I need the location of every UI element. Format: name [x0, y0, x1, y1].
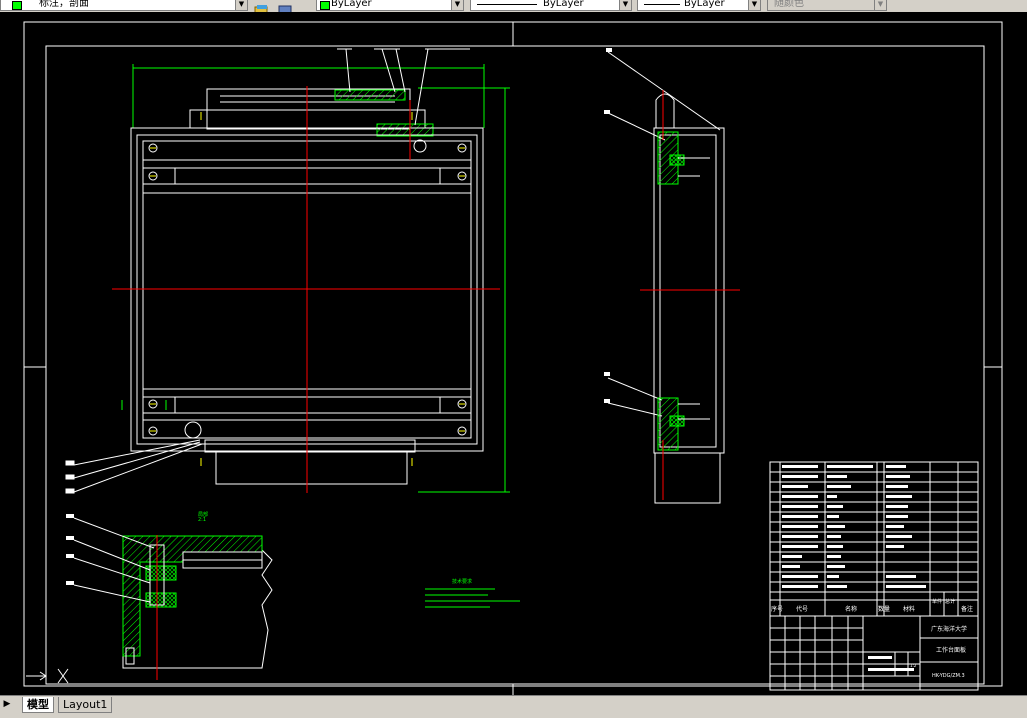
lineweight-dropdown[interactable]: ByLayer ▼ [637, 0, 761, 11]
linetype-value: ByLayer [543, 0, 584, 9]
plotstyle-value: 随颜色 [774, 0, 804, 9]
layout-tabs: ▶ 模型 Layout1 [0, 695, 1027, 718]
layer-name: 标注，剖面 [39, 0, 89, 9]
title-drawing-name: 工作台面板 [936, 646, 966, 654]
chevron-down-icon[interactable]: ▼ [451, 0, 463, 10]
color-dropdown[interactable]: ByLayer ▼ [316, 0, 464, 11]
title-drawing-number: HK-YDG/ZM.3 [932, 673, 965, 679]
bom-header-code: 代号 [796, 605, 808, 613]
plotstyle-dropdown: 随颜色 ▼ [767, 0, 887, 11]
drawing-canvas[interactable]: 局部 2:1 技术要求 序号 代号 名称 数量 材料 单件 总计 备注 广东海洋… [0, 12, 1027, 695]
chevron-down-icon[interactable]: ▼ [619, 0, 631, 10]
layer-properties-icon[interactable] [254, 0, 270, 12]
title-block: 序号 代号 名称 数量 材料 单件 总计 备注 广东海洋大学 工作台面板 HK-… [769, 461, 979, 691]
lineweight-value: ByLayer [684, 0, 725, 9]
bom-header-remarks: 备注 [961, 605, 973, 613]
bom-header-unit: 单件 [932, 598, 942, 605]
front-view [65, 48, 510, 494]
linetype-preview [477, 4, 537, 5]
bom-header-name: 名称 [845, 605, 857, 613]
tab-layout1[interactable]: Layout1 [58, 697, 113, 713]
chevron-down-icon[interactable]: ▼ [748, 0, 760, 10]
ucs-icon [26, 668, 69, 684]
bom-header-material: 材料 [903, 605, 915, 613]
title-scale: 1:2 [910, 663, 917, 668]
lineweight-preview [644, 4, 680, 5]
side-view [604, 48, 740, 504]
detail-section: 局部 2:1 [66, 511, 273, 680]
bom-header-total: 总计 [945, 598, 955, 605]
layer-dropdown[interactable]: 标注，剖面 ▼ [0, 0, 248, 11]
bom-header-qty: 数量 [878, 605, 890, 613]
layer-previous-icon[interactable] [277, 0, 293, 12]
tab-nav-first-icon[interactable]: ▶ [2, 698, 12, 711]
chevron-down-icon: ▼ [874, 0, 886, 10]
technical-requirements: 技术要求 [425, 578, 520, 608]
linetype-dropdown[interactable]: ByLayer ▼ [470, 0, 632, 11]
bom-header-index: 序号 [771, 605, 783, 613]
chevron-down-icon[interactable]: ▼ [235, 0, 247, 10]
tab-model[interactable]: 模型 [22, 697, 54, 713]
layer-color-swatch [12, 1, 22, 10]
title-school: 广东海洋大学 [931, 625, 967, 633]
tech-req-title: 技术要求 [452, 578, 472, 585]
detail-scale: 2:1 [198, 517, 206, 523]
color-value: ByLayer [331, 0, 372, 9]
properties-toolbar: 标注，剖面 ▼ ByLayer ▼ ByLayer ▼ ByLayer ▼ 随颜… [0, 0, 1027, 12]
color-swatch [320, 1, 330, 10]
